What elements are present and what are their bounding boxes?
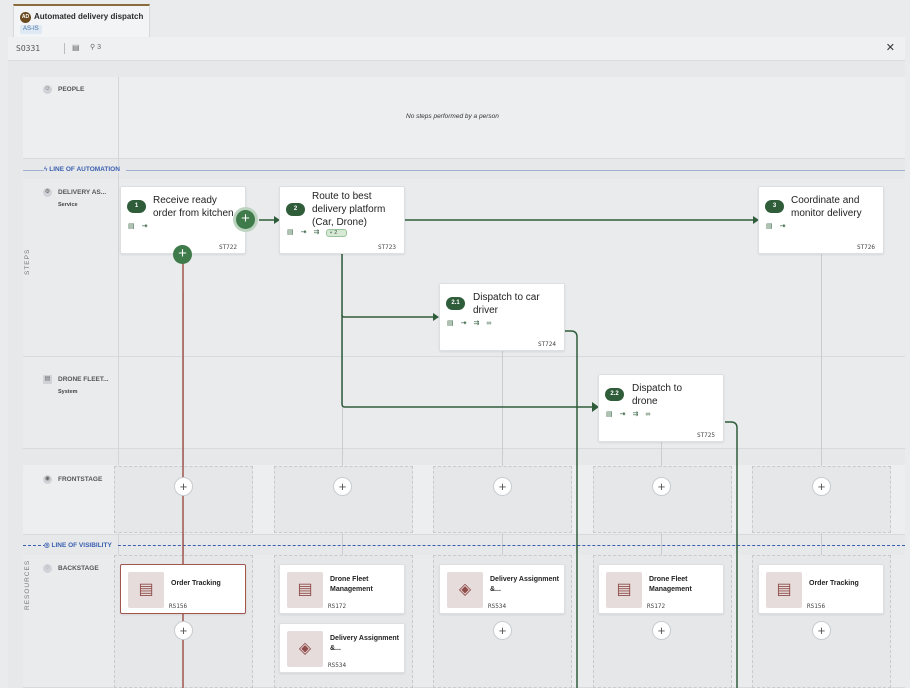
blueprint-id: SO331 [16, 44, 41, 53]
resource-id: RS156 [169, 603, 188, 610]
handshake-icon: ◈ [287, 631, 323, 667]
step-number: 2.1 [446, 297, 465, 310]
step-card[interactable]: 2.2 Dispatch to drone ▤ ⇥ ⇉ ∞ ST725 [598, 374, 724, 442]
add-frontstage-button[interactable]: + [812, 477, 831, 496]
step-card[interactable]: 3 Coordinate and monitor delivery ▤ ⇥ ST7… [758, 186, 884, 254]
document-icon[interactable]: ▤ [128, 223, 135, 230]
tab-automated-delivery-dispatch[interactable]: AD Automated delivery dispatch AS-IS [13, 4, 150, 37]
link-icon[interactable]: ∞ [486, 320, 491, 327]
add-frontstage-button[interactable]: + [333, 477, 352, 496]
resource-title: Order Tracking [171, 580, 221, 587]
server-icon: ▤ [766, 572, 802, 608]
step-title: Coordinate and monitor delivery [791, 195, 862, 219]
entry-icon[interactable]: ⇥ [461, 320, 467, 327]
resource-title: Delivery Assignment &... [330, 635, 399, 652]
add-resource-button[interactable]: + [493, 621, 512, 640]
resource-card[interactable]: ▤ Order Tracking RS156 [758, 564, 884, 614]
step-id: ST726 [856, 244, 875, 251]
document-icon[interactable]: ▤ [766, 223, 773, 230]
add-frontstage-button[interactable]: + [493, 477, 512, 496]
step-id: ST724 [537, 341, 556, 348]
step-title: Dispatch to drone [632, 383, 683, 407]
server-icon: ▤ [606, 572, 642, 608]
step-number: 2.2 [605, 388, 624, 401]
resource-id: RS172 [328, 603, 347, 610]
step-id: ST722 [218, 244, 237, 251]
server-icon: ▤ [128, 572, 164, 608]
resource-card[interactable]: ▤ Drone Fleet Management RS172 [279, 564, 405, 614]
step-icon-row: ▤ ⇥ ⇉ ∞ [606, 410, 657, 418]
document-icon[interactable]: ▤ [72, 43, 80, 52]
step-card[interactable]: 1 Receive ready order from kitchen ▤ ⇥ ST… [120, 186, 246, 254]
step-id: ST725 [696, 432, 715, 439]
connector-2-2-1 [341, 254, 433, 318]
step-title: Dispatch to car driver [473, 292, 540, 316]
header-divider [64, 43, 65, 54]
resource-title: Drone Fleet Management [330, 576, 373, 593]
add-step-button[interactable]: + [236, 210, 255, 229]
connector-2-1-down [565, 330, 578, 688]
add-resource-button[interactable]: + [174, 621, 193, 640]
add-resource-button[interactable]: + [652, 621, 671, 640]
entry-icon[interactable]: ⇥ [301, 229, 307, 236]
step-number: 2 [286, 203, 305, 216]
entry-icon[interactable]: ⇥ [142, 223, 148, 230]
add-step-below-button[interactable]: + [173, 245, 192, 264]
tab-avatar: AD [20, 12, 31, 23]
as-is-badge: AS-IS [20, 25, 42, 34]
add-frontstage-button[interactable]: + [652, 477, 671, 496]
step-number: 3 [765, 200, 784, 213]
document-icon[interactable]: ▤ [287, 229, 294, 236]
resource-card[interactable]: ▤ Drone Fleet Management RS172 [598, 564, 724, 614]
resource-card[interactable]: ◈ Delivery Assignment &... RS534 [279, 623, 405, 673]
add-frontstage-button[interactable]: + [174, 477, 193, 496]
tab-title: Automated delivery dispatch [34, 12, 144, 21]
step-title: Route to best delivery platform (Car, Dr… [312, 191, 386, 228]
comment-count: 3 [97, 44, 101, 51]
step-icon-row: ▤ ⇥ [128, 222, 155, 230]
step-id: ST723 [377, 244, 396, 251]
step-card[interactable]: 2 Route to best delivery platform (Car, … [279, 186, 405, 254]
resource-id: RS534 [488, 603, 507, 610]
step-title: Receive ready order from kitchen [153, 195, 234, 219]
document-icon[interactable]: ▤ [447, 320, 454, 327]
step-icon-row: ▤ ⇥ ⇉ ∞ [447, 319, 498, 327]
add-resource-button[interactable]: + [812, 621, 831, 640]
resource-id: RS534 [328, 662, 347, 669]
server-icon: ▤ [287, 572, 323, 608]
step-icon-row: ▤ ⇥ [766, 222, 793, 230]
resource-title: Order Tracking [809, 580, 859, 587]
tab-bar: AD Automated delivery dispatch AS-IS [0, 0, 910, 37]
resource-id: RS156 [807, 603, 826, 610]
split-icon[interactable]: ⇉ [314, 229, 320, 236]
resource-card[interactable]: ◈ Delivery Assignment &... RS534 [439, 564, 565, 614]
resource-id: RS172 [647, 603, 666, 610]
split-icon[interactable]: ⇉ [474, 320, 480, 327]
entry-icon[interactable]: ⇥ [780, 223, 786, 230]
handshake-icon: ◈ [447, 572, 483, 608]
comments-indicator[interactable]: ⚲ 3 [90, 43, 101, 51]
step-icon-row: ▤ ⇥ ⇉ ⑂ 2 [287, 228, 354, 237]
document-icon[interactable]: ▤ [606, 411, 613, 418]
blueprint-canvas: STEPS RESOURCES ☺ PEOPLE No steps perfor… [8, 61, 905, 688]
resource-card[interactable]: ▤ Order Tracking RS156 [120, 564, 246, 614]
close-icon[interactable]: ✕ [886, 41, 895, 54]
link-icon[interactable]: ∞ [645, 411, 650, 418]
resource-title: Delivery Assignment &... [490, 576, 559, 593]
split-icon[interactable]: ⇉ [633, 411, 639, 418]
pin-icon: ⚲ [90, 44, 96, 51]
entry-icon[interactable]: ⇥ [620, 411, 626, 418]
connector-2-2-down [725, 421, 738, 688]
resource-title: Drone Fleet Management [649, 576, 692, 593]
branch-count-pill[interactable]: ⑂ 2 [326, 229, 348, 237]
blueprint-header: SO331 ▤ ⚲ 3 ✕ [8, 37, 905, 61]
step-number: 1 [127, 200, 146, 213]
step-card[interactable]: 2.1 Dispatch to car driver ▤ ⇥ ⇉ ∞ ST724 [439, 283, 565, 351]
